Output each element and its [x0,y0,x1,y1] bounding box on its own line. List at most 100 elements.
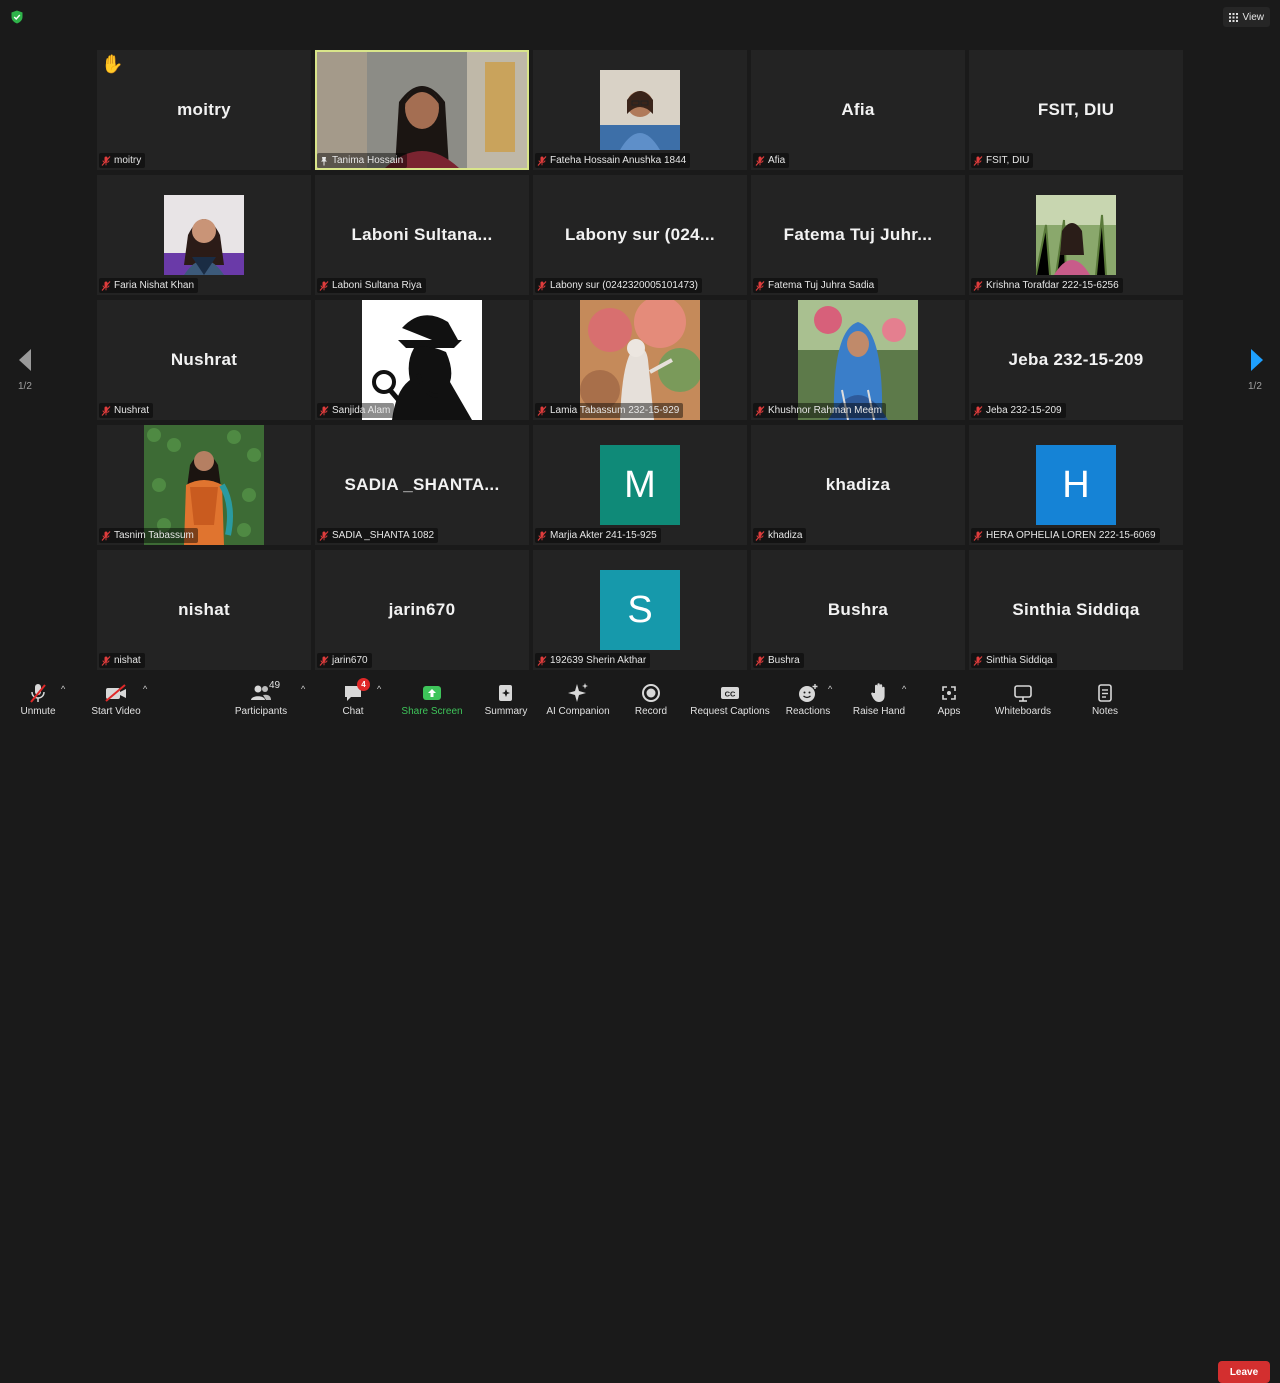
participant-tile[interactable]: Nushrat Nushrat [97,300,311,420]
mic-off-icon [973,280,983,291]
participant-tile[interactable]: Laboni Sultana... Laboni Sultana Riya [315,175,529,295]
summary-icon [499,685,512,701]
participant-name-label: Tanima Hossain [317,153,408,168]
mic-off-icon [101,405,111,416]
participant-name: Fatema Tuj Juhra Sadia [768,280,875,291]
page-indicator-right: 1/2 [1248,381,1262,392]
apps-button[interactable]: Apps [934,674,964,720]
participant-display-name: SADIA _SHANTA... [344,475,500,494]
avatar-initial: H [1062,463,1090,506]
participant-name-label: Krishna Torafdar 222-15-6256 [971,278,1123,293]
unmute-button[interactable]: Unmute [18,674,58,720]
participant-name-label: Sinthia Siddiqa [971,653,1057,668]
notes-button[interactable]: Notes [1088,674,1122,720]
reactions-button[interactable]: Reactions [784,674,832,720]
participant-tile[interactable]: SADIA _SHANTA... SADIA _SHANTA 1082 [315,425,529,545]
participant-tile[interactable]: Afia Afia [751,50,965,170]
participant-name: Krishna Torafdar 222-15-6256 [986,280,1119,291]
participant-tile[interactable]: Jeba 232-15-209 Jeba 232-15-209 [969,300,1183,420]
participant-tile[interactable]: M Marjia Akter 241-15-925 [533,425,747,545]
mic-off-icon [30,684,46,703]
participant-tile[interactable]: Bushra Bushra [751,550,965,670]
participant-gallery: moitry ✋ moitry Tanima Hossain Fateha Hossai… [97,50,1183,670]
participant-display-name: Sinthia Siddiqa [1012,600,1140,619]
participant-display-name: Afia [841,100,875,119]
reactions-options-chevron-icon[interactable]: ^ [828,684,832,694]
participant-tile[interactable]: FSIT, DIU FSIT, DIU [969,50,1183,170]
participant-display-name: FSIT, DIU [1037,100,1115,119]
participant-tile[interactable]: khadiza khadiza [751,425,965,545]
mic-off-icon [537,280,547,291]
participant-tile[interactable]: Faria Nishat Khan [97,175,311,295]
summary-button[interactable]: Summary [482,674,530,720]
ai-companion-button[interactable]: AI Companion [544,674,612,720]
avatar-initial: M [624,463,656,506]
participant-name: Afia [768,155,786,166]
participant-tile[interactable]: Krishna Torafdar 222-15-6256 [969,175,1183,295]
share-screen-button[interactable]: Share Screen [400,674,464,720]
chat-badge: 4 [357,678,370,691]
participant-tile[interactable]: Lamia Tabassum 232-15-929 [533,300,747,420]
security-shield-icon[interactable] [10,10,24,24]
mic-off-icon [973,655,983,666]
whiteboards-button[interactable]: Whiteboards [990,674,1056,720]
mic-off-icon [101,280,111,291]
avatar-initial: S [627,588,653,631]
participant-name-label: Nushrat [99,403,154,418]
mic-off-icon [537,155,547,166]
participant-tile[interactable]: Fatema Tuj Juhr... Fatema Tuj Juhra Sadia [751,175,965,295]
participant-name: Marjia Akter 241-15-925 [550,530,657,541]
mic-off-icon [755,405,765,416]
participant-tile[interactable]: Tasnim Tabassum [97,425,311,545]
participant-display-name: Fatema Tuj Juhr... [783,225,933,244]
participant-tile[interactable]: nishat nishat [97,550,311,670]
participant-name: Fateha Hossain Anushka 1844 [550,155,687,166]
request-captions-button[interactable]: CC Request Captions [688,674,772,720]
audio-options-chevron-icon[interactable]: ^ [61,684,65,694]
raise-hand-options-chevron-icon[interactable]: ^ [902,684,906,694]
participant-name: Sinthia Siddiqa [986,655,1053,666]
chevron-left-icon[interactable] [14,347,38,373]
participant-name-label: Lamia Tabassum 232-15-929 [535,403,684,418]
participant-name: HERA OPHELIA LOREN 222-15-6069 [986,530,1156,541]
chevron-right-icon[interactable] [1246,347,1270,373]
participant-tile[interactable]: Sinthia Siddiqa Sinthia Siddiqa [969,550,1183,670]
participant-name: SADIA _SHANTA 1082 [332,530,435,541]
participant-name: Tasnim Tabassum [114,530,194,541]
participant-display-name: Bushra [827,600,889,619]
participant-tile[interactable]: Labony sur (024... Labony sur (0242320005… [533,175,747,295]
participant-tile[interactable]: Khushnor Rahman Meem [751,300,965,420]
video-options-chevron-icon[interactable]: ^ [143,684,147,694]
participant-profile-photo [1036,195,1116,275]
record-button[interactable]: Record [632,674,670,720]
participant-tile[interactable]: jarin670 jarin670 [315,550,529,670]
apps-icon [942,686,956,700]
leave-button[interactable]: Leave [1218,1361,1270,1383]
participant-display-name: Nushrat [170,350,238,369]
participant-name-label: Marjia Akter 241-15-925 [535,528,661,543]
reactions-icon [799,684,818,702]
start-video-button[interactable]: Start Video [88,674,144,720]
participant-tile[interactable]: Fateha Hossain Anushka 1844 [533,50,747,170]
notes-label: Notes [1091,706,1119,717]
participants-button[interactable]: 49 Participants [232,674,290,720]
participant-tile[interactable]: moitry ✋ moitry [97,50,311,170]
participant-tile[interactable]: S 192639 Sherin Akthar [533,550,747,670]
participant-tile[interactable]: Sanjida Alam [315,300,529,420]
participant-name-label: Jeba 232-15-209 [971,403,1066,418]
participant-tile[interactable]: H HERA OPHELIA LOREN 222-15-6069 [969,425,1183,545]
participant-name: Labony sur (0242320005101473) [550,280,698,291]
chat-button[interactable]: 4 Chat [336,674,370,720]
raise-hand-button[interactable]: Raise Hand [852,674,906,720]
pin-icon [321,156,327,165]
participant-display-name: nishat [178,600,230,619]
raise-hand-icon [871,683,885,702]
participant-name: FSIT, DIU [986,155,1030,166]
participant-name: jarin670 [332,655,368,666]
participants-options-chevron-icon[interactable]: ^ [301,684,305,694]
participant-tile[interactable]: Tanima Hossain [315,50,529,170]
svg-text:CC: CC [725,690,736,699]
chat-options-chevron-icon[interactable]: ^ [377,684,381,694]
participant-profile-photo [600,70,680,150]
view-button[interactable]: View [1222,7,1270,27]
